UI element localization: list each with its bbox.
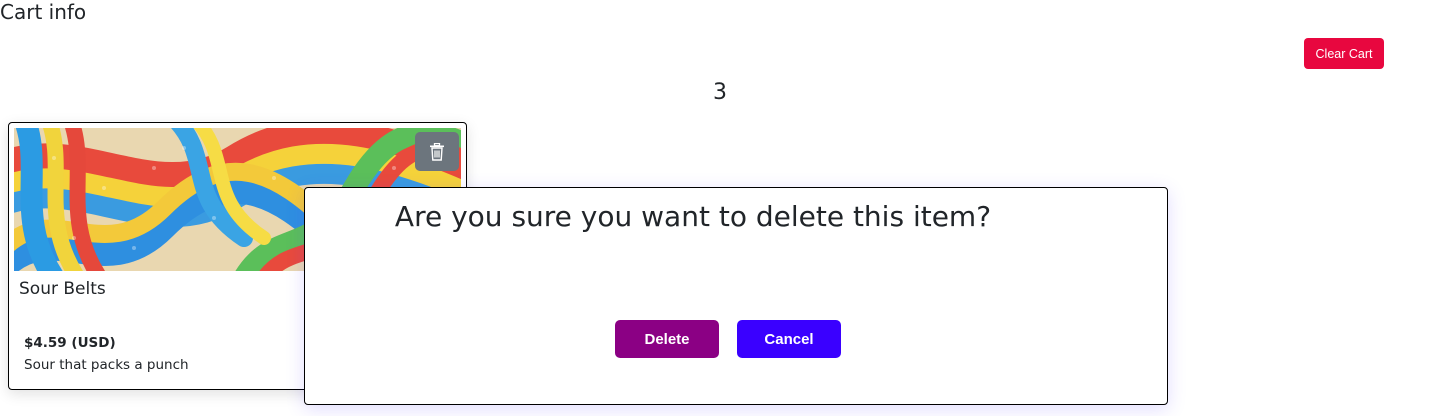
cart-item-count: 3 <box>713 80 727 105</box>
cart-page: Cart info Clear Cart 3 Sour Belts $4.59 … <box>0 0 1440 416</box>
clear-cart-button[interactable]: Clear Cart <box>1304 38 1384 69</box>
trash-icon <box>430 142 444 161</box>
dialog-question-text: Are you sure you want to delete this ite… <box>394 200 992 233</box>
confirm-delete-button[interactable]: Delete <box>615 320 719 358</box>
cancel-button[interactable]: Cancel <box>737 320 841 358</box>
delete-item-button[interactable] <box>415 132 459 171</box>
item-name: Sour Belts <box>19 279 106 299</box>
item-description: Sour that packs a punch <box>24 357 189 373</box>
item-price: $4.59 (USD) <box>24 335 116 351</box>
page-title: Cart info <box>0 0 87 24</box>
dialog-question: Are you sure you want to delete this ite… <box>305 200 1167 234</box>
delete-confirm-dialog: Are you sure you want to delete this ite… <box>304 187 1168 405</box>
